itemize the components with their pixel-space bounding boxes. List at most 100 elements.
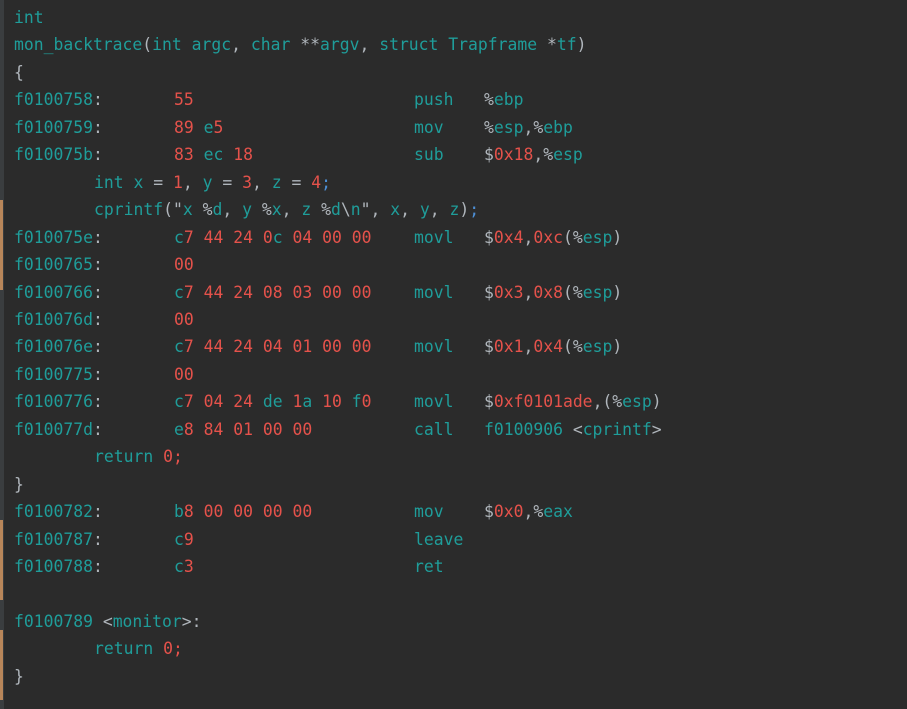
operand-token: , xyxy=(523,337,534,357)
code-editor[interactable]: int mon_backtrace(int argc, char **argv, … xyxy=(0,4,907,690)
code-token: return xyxy=(94,447,164,467)
byte-char: 2 xyxy=(233,337,244,357)
source-line: f0100789 <monitor>: xyxy=(0,608,907,635)
mnemonic: mov xyxy=(414,117,444,137)
asm-address: f0100775: xyxy=(14,361,103,388)
byte-char: 3 xyxy=(302,282,313,302)
code-token: z xyxy=(301,200,322,220)
operand-token: cprintf xyxy=(582,419,652,439)
code-token: d xyxy=(212,200,223,220)
address: f0100776 xyxy=(14,392,93,412)
operand-token: 0x0 xyxy=(493,502,524,522)
byte-char xyxy=(223,283,233,302)
byte-char: c xyxy=(174,392,184,412)
asm-address: f0100758: xyxy=(14,86,103,113)
operand-token: ,% xyxy=(523,502,544,522)
byte-char xyxy=(253,228,263,247)
byte-char xyxy=(312,228,322,247)
byte-char: 4 xyxy=(243,227,253,247)
asm-address: f0100788: xyxy=(14,553,103,580)
operand-token: $ xyxy=(484,145,494,165)
code-token: , xyxy=(400,200,420,220)
colon: : xyxy=(92,529,103,549)
byte-char: c xyxy=(213,145,224,165)
asm-address: f0100782: xyxy=(14,498,103,525)
asm-address: f0100787: xyxy=(14,526,103,553)
operand-token: eax xyxy=(543,502,573,522)
operand-token: 0xc xyxy=(533,227,563,247)
byte-char: 0 xyxy=(183,364,194,384)
byte-char: 0 xyxy=(292,502,303,522)
asm-bytes: c7 44 24 04 01 00 00 xyxy=(174,333,372,360)
asm-bytes: c7 44 24 08 03 00 00 xyxy=(174,279,372,306)
operand-token: , xyxy=(523,282,534,302)
byte-char: 0 xyxy=(351,337,362,357)
address: f010075e xyxy=(14,227,93,247)
asm-operands: f0100906 <cprintf> xyxy=(484,416,662,443)
byte-char: c xyxy=(174,337,184,357)
byte-char: 4 xyxy=(213,227,224,247)
code-token: cprintf xyxy=(94,200,164,220)
colon: : xyxy=(92,309,103,329)
byte-char: 0 xyxy=(361,392,372,412)
byte-char xyxy=(194,228,204,247)
byte-char: 4 xyxy=(243,392,253,412)
operand-token: < xyxy=(572,419,583,439)
operand-token: ebp xyxy=(493,90,524,110)
byte-char: e xyxy=(203,117,214,137)
operand-token: (% xyxy=(562,337,583,357)
code-token: ; xyxy=(469,200,480,220)
source-line: return 0; xyxy=(0,635,907,662)
byte-char: 9 xyxy=(183,529,194,549)
code-token: mon_backtrace xyxy=(14,35,143,55)
code-token: % xyxy=(321,200,331,220)
asm-mnemonic: leave xyxy=(414,526,463,553)
byte-char: 8 xyxy=(272,282,283,302)
operand-token: $ xyxy=(484,502,494,522)
asm-bytes: c7 04 24 de 1a 10 f0 xyxy=(174,388,372,415)
source-line: cprintf("x %d, y %x, z %d\n", x, y, z); xyxy=(0,196,907,223)
source-line: mon_backtrace(int argc, char **argv, str… xyxy=(0,31,907,58)
operand-token: esp xyxy=(493,117,524,137)
byte-char xyxy=(194,118,204,137)
colon: : xyxy=(92,117,103,137)
asm-bytes: 89 e5 xyxy=(174,114,223,141)
asm-address: f0100766: xyxy=(14,279,103,306)
colon: : xyxy=(92,227,103,247)
byte-char: c xyxy=(174,282,184,302)
byte-char: 4 xyxy=(272,337,283,357)
byte-char: 8 xyxy=(174,117,184,137)
asm-address: f0100765: xyxy=(14,251,103,278)
code-token: d xyxy=(330,200,341,220)
byte-char xyxy=(312,283,322,302)
code-token: , xyxy=(222,200,243,220)
asm-bytes: c3 xyxy=(174,553,194,580)
asm-address: f010075b: xyxy=(14,141,103,168)
code-token: struct Trapframe xyxy=(379,35,547,55)
operand-token: , xyxy=(523,227,534,247)
byte-char: 5 xyxy=(174,90,184,110)
asm-line: f010075b: 83 ec 18 sub $0x18,%esp xyxy=(0,141,907,168)
code-token: int x xyxy=(94,172,154,192)
byte-char: 8 xyxy=(183,502,194,522)
colon: : xyxy=(92,502,103,522)
asm-operands: %ebp xyxy=(484,86,523,113)
byte-char: 8 xyxy=(243,145,253,165)
asm-line: f0100766: c7 44 24 08 03 00 00 movl $0x3,0x… xyxy=(0,279,907,306)
operand-token: ) xyxy=(612,227,623,247)
address: f0100788 xyxy=(14,557,93,577)
operand-token: ) xyxy=(651,392,662,412)
mnemonic: movl xyxy=(414,227,454,247)
byte-char: 0 xyxy=(322,282,332,302)
asm-line: f010077d: e8 84 01 00 00 call f0100906 <cpr… xyxy=(0,416,907,443)
code-token: } xyxy=(14,666,24,686)
asm-line: f0100758: 55 push %ebp xyxy=(0,86,907,113)
byte-char xyxy=(253,392,263,411)
operand-token: (% xyxy=(562,282,583,302)
asm-mnemonic: movl xyxy=(414,333,453,360)
byte-char: 7 xyxy=(183,392,194,412)
byte-char: 0 xyxy=(203,392,214,412)
code-token: y xyxy=(242,200,262,220)
address: f0100758 xyxy=(14,90,93,110)
operand-token: 0x1 xyxy=(493,337,524,357)
